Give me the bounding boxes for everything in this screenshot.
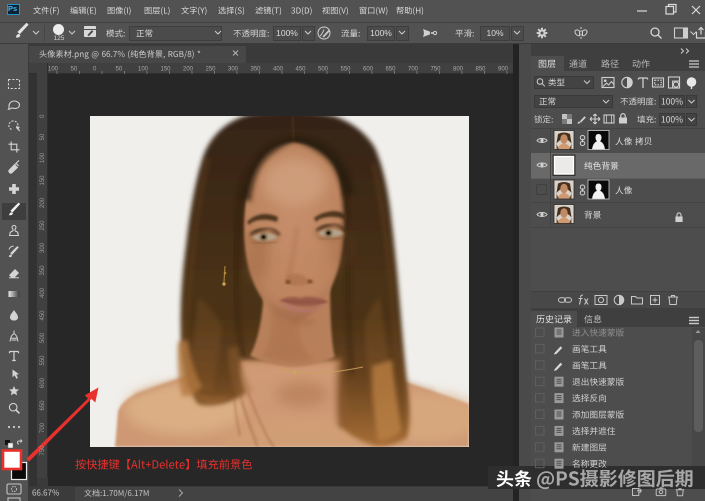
svg-text:300: 300 [40, 242, 46, 253]
svg-text:50: 50 [116, 67, 123, 73]
svg-text:200: 200 [40, 197, 46, 208]
svg-text:650: 650 [40, 400, 46, 411]
svg-text:50: 50 [71, 67, 78, 73]
svg-text:750: 750 [40, 445, 46, 456]
svg-text:100: 100 [40, 152, 46, 163]
svg-text:350: 350 [40, 265, 46, 276]
svg-text:450: 450 [40, 310, 46, 321]
svg-text:550: 550 [40, 355, 46, 366]
svg-text:400: 400 [40, 287, 46, 298]
svg-text:0: 0 [93, 67, 97, 73]
svg-text:500: 500 [40, 332, 46, 343]
svg-text:600: 600 [40, 377, 46, 388]
svg-text:50: 50 [40, 133, 46, 140]
svg-text:250: 250 [40, 220, 46, 231]
svg-text:0: 0 [40, 114, 46, 118]
svg-text:150: 150 [40, 175, 46, 186]
svg-text:700: 700 [40, 422, 46, 433]
